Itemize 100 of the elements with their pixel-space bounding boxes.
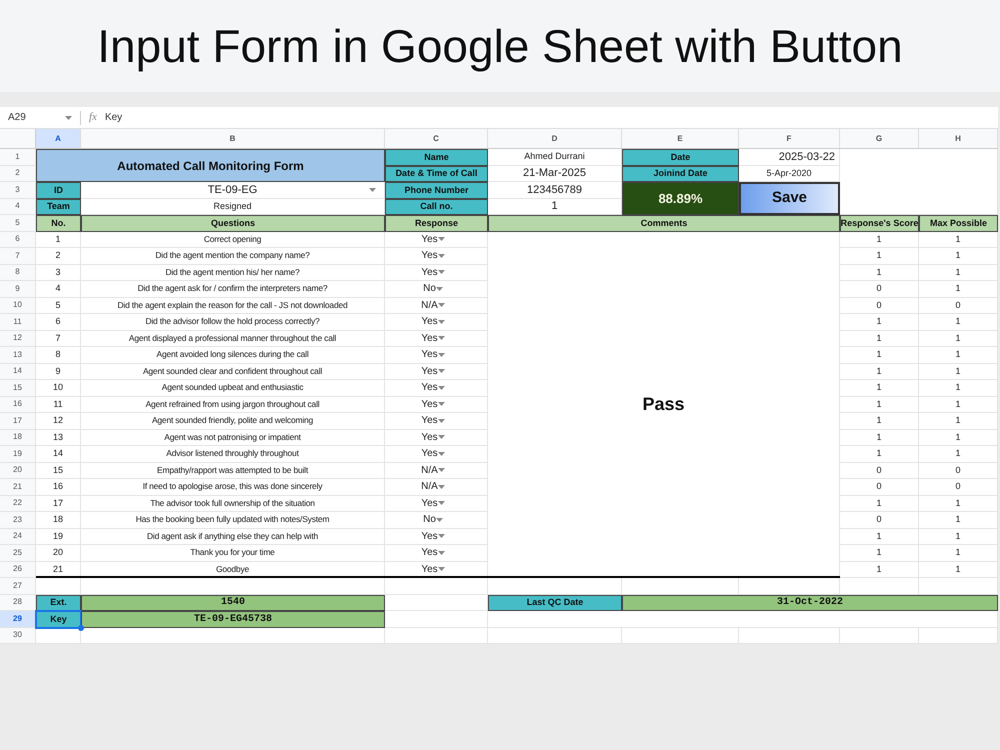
dropdown-caret-icon [438,336,445,340]
dropdown-caret-icon [438,567,445,572]
table-cell: If need to apologise arose, this was done sincerely [81,479,385,496]
table-cell: Joinind Date [622,166,739,182]
row-number[interactable]: 14 [0,364,36,380]
row-number[interactable]: 12 [0,330,36,347]
row-number[interactable]: 11 [0,314,36,330]
table-cell: Did the agent ask for / confirm the interpreters name? [81,281,385,298]
row-number[interactable]: 28 [0,594,36,611]
selected-cell[interactable]: Key [36,611,81,628]
table-cell: Agent displayed a professional manner throughout the call [81,330,385,347]
table-cell: 1 [919,347,998,364]
row-number[interactable]: 2 [0,166,36,182]
row-number[interactable]: 6 [0,232,36,248]
dropdown-cell[interactable]: TE-09-EG [81,182,385,198]
row-number[interactable]: 19 [0,446,36,462]
dropdown-caret-icon [438,435,445,440]
column-heading: No. [36,215,81,232]
table-cell: Has the booking been fully updated with notes/System [81,512,385,528]
column-header[interactable]: H [919,129,998,148]
save-button[interactable]: Save [739,182,840,215]
row-number[interactable]: 25 [0,545,36,562]
row-number[interactable]: 26 [0,562,36,578]
column-header[interactable]: D [488,129,622,148]
table-cell: 15 [36,462,81,479]
row-number[interactable]: 1 [0,149,36,166]
table-cell: Advisor listened throughly throughout [81,446,385,462]
table-cell: Agent sounded clear and confident throughout call [81,364,385,380]
table-cell: 4 [36,281,81,298]
table-cell: 1 [919,232,998,248]
table-cell: 9 [36,364,81,380]
dropdown-caret-icon [438,534,445,538]
table-cell: 3 [36,264,81,281]
dropdown-caret-icon [438,468,445,472]
table-cell: 1 [919,446,998,462]
row-number[interactable]: 30 [0,628,36,644]
column-header[interactable]: F [739,129,840,148]
column-heading: Comments [488,215,840,232]
column-header[interactable]: A [36,129,81,148]
table-cell: 1 [919,413,998,430]
row-number[interactable]: 9 [0,281,36,298]
row-number[interactable]: 20 [0,462,36,479]
table-cell: 1 [919,496,998,512]
row-number[interactable]: 22 [0,496,36,512]
table-cell: 1 [919,528,998,545]
row-number[interactable]: 13 [0,347,36,364]
table-cell: 11 [36,396,81,413]
table-cell: 1 [919,430,998,446]
dropdown-caret-icon [436,286,443,291]
row-number[interactable]: 24 [0,528,36,545]
table-cell: 1 [919,396,998,413]
row-number[interactable]: 23 [0,512,36,528]
dropdown-caret-icon [438,550,445,555]
formula-field[interactable]: Key [104,110,998,125]
dropdown-caret-icon [438,254,445,258]
column-header[interactable]: B [81,129,385,148]
table-cell: TE-09-EG45738 [81,611,385,628]
table-cell: Last QC Date [488,594,622,611]
row-number[interactable]: 8 [0,264,36,281]
row-number[interactable]: 27 [0,578,36,594]
table-cell: Did the agent mention the company name? [81,248,385,264]
table-cell: 16 [36,479,81,496]
table-cell: Did the agent explain the reason for the call - JS not downloaded [81,298,385,314]
dropdown-caret-icon [438,320,445,324]
name-box-caret-icon [65,116,72,120]
form-title: Automated Call Monitoring Form [36,149,385,182]
dropdown-caret-icon [436,518,443,522]
name-box[interactable]: A29 [0,107,80,128]
dropdown-caret-icon [438,501,445,506]
row-number[interactable]: 15 [0,380,36,396]
row-number[interactable]: 7 [0,248,36,264]
row-number[interactable]: 5 [0,215,36,232]
row-number[interactable]: 4 [0,198,36,215]
column-heading: Response's Score [840,215,919,232]
table-cell: 13 [36,430,81,446]
table-cell: Agent avoided long silences during the call [81,347,385,364]
dropdown-caret-icon [438,369,445,374]
column-header[interactable]: C [385,129,488,148]
row-number[interactable]: 17 [0,413,36,430]
dropdown-caret-icon [438,452,445,456]
column-header[interactable]: G [840,129,919,148]
dropdown-caret-icon [438,386,445,390]
table-cell: Agent sounded friendly, polite and welcoming [81,413,385,430]
row-number[interactable]: 29 [0,611,36,628]
table-cell: 1 [919,512,998,528]
table-cell: Call no. [385,198,488,215]
table-cell: Correct opening [81,232,385,248]
row-number[interactable]: 18 [0,430,36,446]
column-header[interactable]: E [622,129,739,148]
row-number[interactable]: 10 [0,298,36,314]
dropdown-caret-icon [438,484,445,489]
row-number[interactable]: 16 [0,396,36,413]
table-cell: Thank you for your time [81,545,385,562]
dropdown-caret-icon [438,418,445,423]
table-cell: 10 [36,380,81,396]
column-heading: Questions [81,215,385,232]
row-number[interactable]: 21 [0,479,36,496]
table-cell: Team [36,198,81,215]
table-cell: 6 [36,314,81,330]
row-number[interactable]: 3 [0,182,36,198]
